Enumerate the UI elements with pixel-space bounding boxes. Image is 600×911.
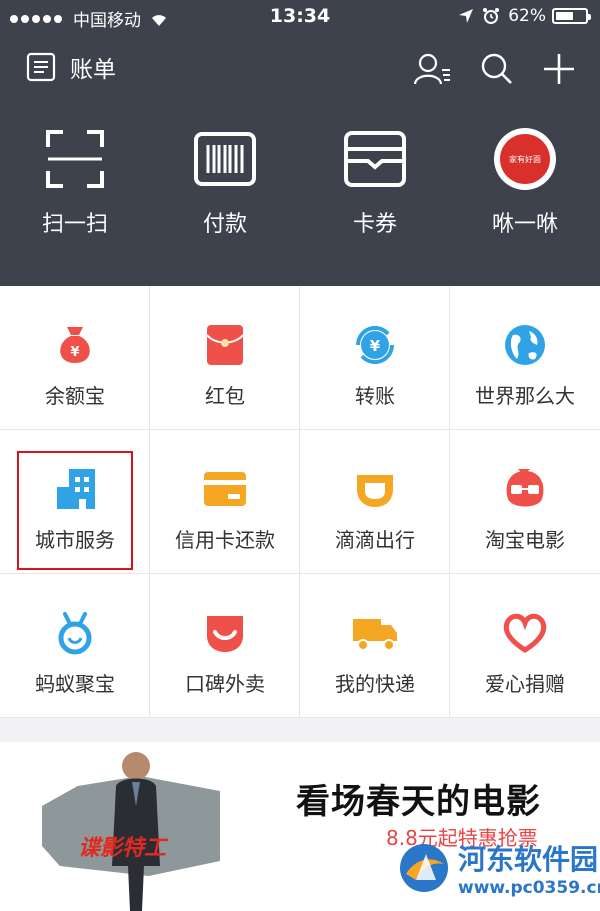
bill-button[interactable]: 账单 (26, 50, 116, 84)
status-bar: 中国移动 13:34 62% (0, 0, 600, 34)
grid-item-ant-fortune[interactable]: 蚂蚁聚宝 (0, 574, 150, 718)
watermark-name: 河东软件园 (458, 843, 599, 876)
didi-icon (357, 475, 393, 507)
ant-icon (58, 612, 92, 655)
grid-item-koubei[interactable]: 口碑外卖 (150, 574, 300, 718)
delivery-truck-icon (353, 619, 397, 651)
wallet-icon (344, 131, 406, 187)
coupons-label: 卡券 (352, 212, 397, 237)
grid-item-credit-card[interactable]: 信用卡还款 (150, 430, 300, 574)
scan-label: 扫一扫 (41, 212, 108, 237)
grid-label: 我的快递 (335, 672, 415, 696)
grid-label: 信用卡还款 (175, 528, 275, 552)
svg-text:¥: ¥ (70, 345, 79, 360)
grid-item-taobao-movie[interactable]: 淘宝电影 (450, 430, 600, 574)
scan-icon (46, 130, 104, 188)
koubei-icon (207, 616, 243, 652)
grid-label: 转账 (355, 384, 395, 408)
building-icon (57, 469, 95, 509)
scan-button[interactable]: 扫一扫 (0, 126, 150, 246)
grid-label: 滴滴出行 (335, 528, 415, 552)
grid-item-yuebao[interactable]: ¥ 余额宝 (0, 286, 150, 430)
title-bar: 账单 (0, 44, 600, 92)
location-arrow-icon (459, 9, 474, 23)
app-grid: ¥ 余额宝 红包 ¥ 转账 世界那么大 城市服务 信用卡还款 滴滴出行 淘宝电影… (0, 286, 600, 718)
watermark-url: www.pc0359.cn (458, 878, 600, 898)
bill-icon (26, 52, 56, 82)
pay-button[interactable]: 付款 (150, 126, 300, 246)
xiuxiu-label: 咻一咻 (491, 212, 558, 237)
grid-label: 城市服务 (35, 528, 115, 552)
xiuxiu-button[interactable]: 家有好面 咻一咻 (450, 126, 600, 246)
grid-item-world[interactable]: 世界那么大 (450, 286, 600, 430)
barcode-icon (194, 132, 256, 186)
coupons-button[interactable]: 卡券 (300, 126, 450, 246)
movie-mascot-icon (506, 469, 544, 507)
xiuxiu-icon: 家有好面 (494, 128, 556, 190)
grid-item-express[interactable]: 我的快递 (300, 574, 450, 718)
red-envelope-icon (206, 325, 244, 365)
movie-poster: 谍影特工 (42, 742, 220, 911)
poster-title: 谍影特工 (78, 836, 167, 861)
grid-label: 爱心捐赠 (485, 672, 565, 696)
grid-item-city-services[interactable]: 城市服务 (0, 430, 150, 574)
battery-percent: 62% (508, 6, 546, 26)
svg-text:¥: ¥ (370, 337, 381, 355)
header-area: 中国移动 13:34 62% 账单 扫一扫 付款 卡券 家有好面 咻一咻 (0, 0, 600, 286)
grid-item-hongbao[interactable]: 红包 (150, 286, 300, 430)
grid-label: 红包 (205, 384, 245, 408)
grid-item-didi[interactable]: 滴滴出行 (300, 430, 450, 574)
grid-item-transfer[interactable]: ¥ 转账 (300, 286, 450, 430)
grid-label: 淘宝电影 (485, 528, 565, 552)
actor-figure (112, 752, 160, 911)
battery-fill (556, 12, 574, 20)
watermark: 河东软件园 www.pc0359.cn (396, 838, 600, 898)
watermark-logo-icon (400, 844, 448, 892)
search-icon[interactable] (480, 52, 514, 86)
credit-card-icon (204, 472, 246, 506)
transfer-icon: ¥ (355, 325, 395, 365)
contacts-icon[interactable] (412, 52, 452, 86)
grid-item-donation[interactable]: 爱心捐赠 (450, 574, 600, 718)
pay-label: 付款 (202, 212, 247, 237)
bill-label: 账单 (70, 57, 116, 83)
grid-label: 世界那么大 (475, 384, 575, 408)
grid-label: 口碑外卖 (185, 672, 265, 696)
quick-actions: 扫一扫 付款 卡券 家有好面 咻一咻 (0, 126, 600, 246)
globe-icon (505, 325, 545, 365)
grid-label: 余额宝 (45, 384, 105, 408)
money-bag-icon: ¥ (60, 327, 90, 363)
add-icon[interactable] (542, 52, 576, 86)
heart-icon (503, 613, 547, 653)
xiuxiu-badge: 家有好面 (500, 134, 550, 184)
alarm-icon (483, 8, 500, 24)
banner-headline: 看场春天的电影 (296, 782, 541, 822)
battery-icon (552, 8, 591, 24)
grid-label: 蚂蚁聚宝 (35, 672, 115, 696)
